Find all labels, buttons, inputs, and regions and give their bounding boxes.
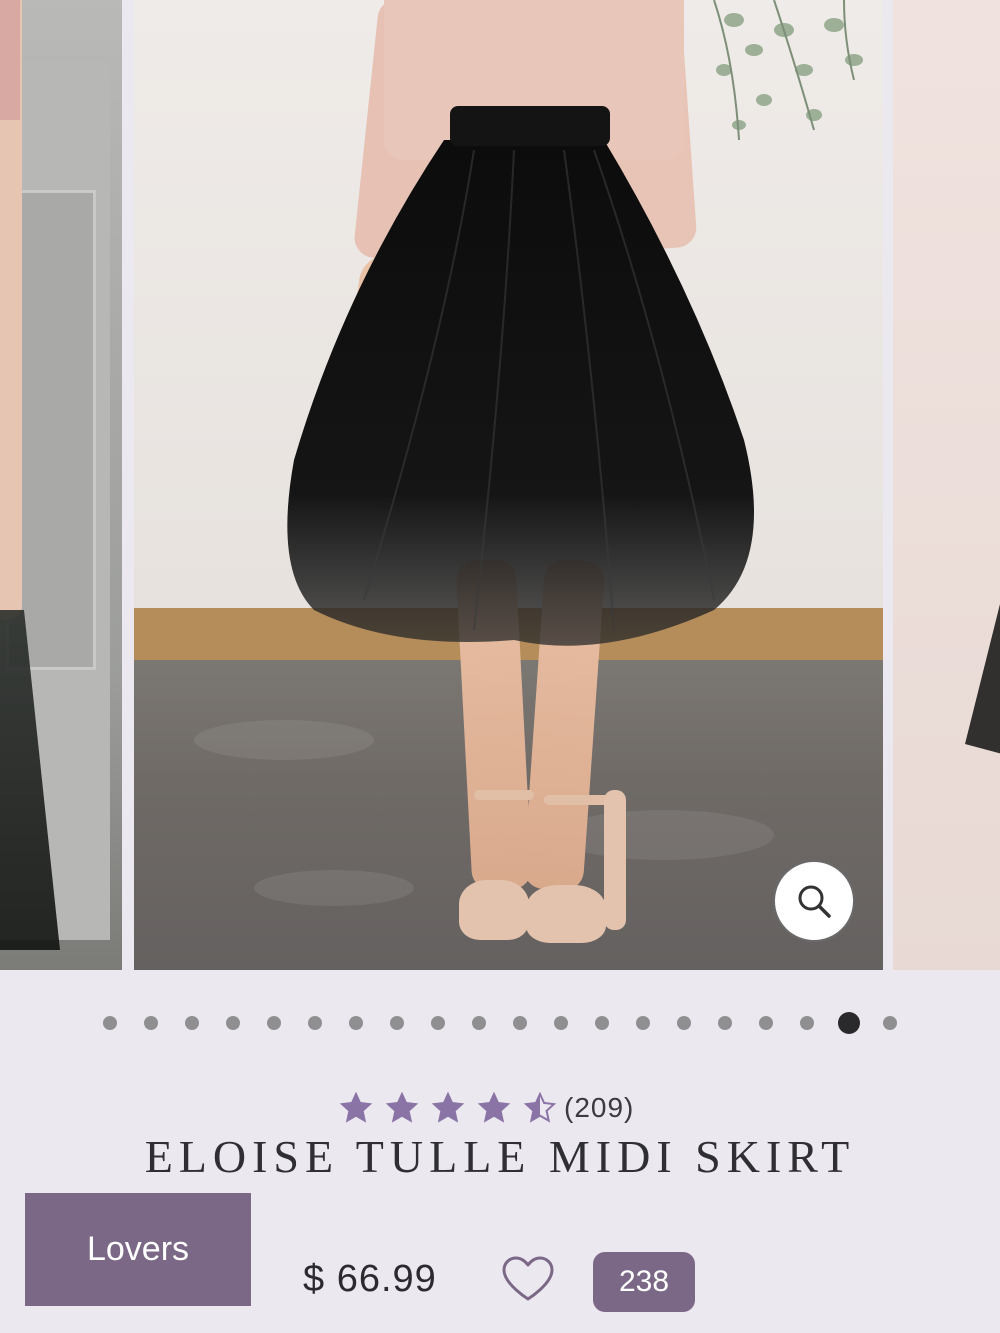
carousel-dot[interactable]: [677, 1016, 691, 1030]
star-full-icon: [340, 1092, 372, 1123]
carousel-dot[interactable]: [226, 1016, 240, 1030]
carousel-pagination: [0, 1008, 1000, 1038]
photo-right-shoe: [526, 885, 606, 943]
carousel-dot[interactable]: [103, 1016, 117, 1030]
product-price: $ 66.99: [303, 1258, 437, 1300]
carousel-slide-next[interactable]: [893, 0, 1000, 970]
star-full-icon: [432, 1092, 464, 1123]
next-slide-background: [893, 0, 1000, 970]
heart-outline-icon[interactable]: [501, 1256, 555, 1302]
carousel-dot[interactable]: [472, 1016, 486, 1030]
eucalyptus-leaves-decor: [713, 0, 863, 141]
review-count[interactable]: (209): [564, 1092, 634, 1124]
product-rating[interactable]: (209): [340, 1088, 634, 1128]
photo-skirt-waistband: [450, 106, 610, 146]
carousel-slide-current[interactable]: [134, 0, 883, 970]
like-count-badge[interactable]: 238: [593, 1252, 695, 1312]
photo-tulle-skirt: [287, 140, 754, 646]
carousel-dot[interactable]: [349, 1016, 363, 1030]
carousel-dot[interactable]: [144, 1016, 158, 1030]
carousel-dot[interactable]: [554, 1016, 568, 1030]
photo-heel: [604, 790, 626, 930]
product-image-carousel[interactable]: [0, 0, 1000, 970]
carousel-dot[interactable]: [883, 1016, 897, 1030]
photo-left-shoe: [459, 880, 529, 940]
lovers-button[interactable]: Lovers: [25, 1193, 251, 1306]
carousel-dot-active[interactable]: [837, 1012, 860, 1034]
magnifier-icon: [798, 885, 831, 918]
product-title: ELOISE TULLE MIDI SKIRT: [144, 1131, 856, 1182]
carousel-dot[interactable]: [595, 1016, 609, 1030]
rating-stars: [340, 1092, 570, 1124]
carousel-dot[interactable]: [390, 1016, 404, 1030]
carousel-dot[interactable]: [800, 1016, 814, 1030]
zoom-button[interactable]: [773, 860, 855, 942]
carousel-dot[interactable]: [759, 1016, 773, 1030]
carousel-dot[interactable]: [308, 1016, 322, 1030]
carousel-dot[interactable]: [513, 1016, 527, 1030]
carousel-dot[interactable]: [636, 1016, 650, 1030]
carousel-slide-previous[interactable]: [0, 0, 122, 970]
carousel-dot[interactable]: [718, 1016, 732, 1030]
photo-left-ankle-strap: [474, 790, 534, 800]
carousel-dot[interactable]: [185, 1016, 199, 1030]
star-full-icon: [478, 1092, 510, 1123]
prev-slide-sleeve: [0, 0, 20, 120]
star-half-icon: [524, 1092, 556, 1123]
star-full-icon: [386, 1092, 418, 1123]
carousel-dot[interactable]: [431, 1016, 445, 1030]
carousel-dot[interactable]: [267, 1016, 281, 1030]
